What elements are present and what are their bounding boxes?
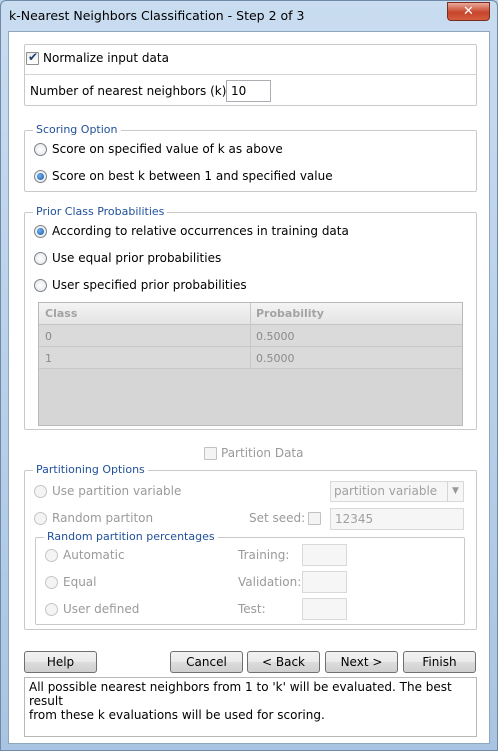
k-label: Number of nearest neighbors (k): bbox=[30, 84, 231, 98]
test-input[interactable] bbox=[302, 598, 347, 620]
column-separator bbox=[250, 347, 251, 369]
partitioning-options-group: Partitioning Options Use partition varia… bbox=[24, 463, 477, 630]
table-cell-probability: 0.5000 bbox=[256, 330, 295, 343]
back-button[interactable]: < Back bbox=[247, 651, 320, 673]
use-partition-variable-label: Use partition variable bbox=[52, 484, 182, 498]
prior-user-specified-label: User specified prior probabilities bbox=[52, 278, 247, 292]
table-header: Class Probability bbox=[39, 303, 462, 325]
score-best-k-label: Score on best k between 1 and specified … bbox=[52, 169, 333, 183]
next-button[interactable]: Next > bbox=[325, 651, 398, 673]
prior-user-specified-radio[interactable] bbox=[34, 279, 47, 292]
training-label: Training: bbox=[238, 548, 290, 562]
scoring-option-legend: Scoring Option bbox=[33, 123, 121, 136]
partition-data-label: Partition Data bbox=[221, 446, 304, 460]
close-button[interactable]: ✕ bbox=[447, 2, 490, 21]
mode-user-defined-label: User defined bbox=[63, 602, 140, 616]
prior-class-probabilities-group: Prior Class Probabilities According to r… bbox=[24, 205, 477, 430]
scoring-option-group: Scoring Option Score on specified value … bbox=[24, 123, 477, 192]
mode-user-defined-radio[interactable] bbox=[45, 603, 58, 616]
score-specified-k-label: Score on specified value of k as above bbox=[52, 142, 283, 156]
table-cell-class: 1 bbox=[45, 352, 52, 365]
random-partition-label: Random partiton bbox=[52, 511, 154, 525]
table-cell-probability: 0.5000 bbox=[256, 352, 295, 365]
table-cell-class: 0 bbox=[45, 330, 52, 343]
prior-equal-radio[interactable] bbox=[34, 252, 47, 265]
dialog-content: Normalize input data Number of nearest n… bbox=[8, 31, 490, 744]
set-seed-checkbox[interactable] bbox=[308, 512, 321, 525]
chevron-down-icon: ▼ bbox=[447, 482, 463, 501]
mode-automatic-label: Automatic bbox=[63, 548, 125, 562]
test-label: Test: bbox=[238, 602, 266, 616]
prior-class-probabilities-legend: Prior Class Probabilities bbox=[33, 205, 168, 218]
divider bbox=[25, 74, 476, 75]
validation-label: Validation: bbox=[238, 575, 302, 589]
score-best-k-radio[interactable] bbox=[34, 170, 47, 183]
column-separator bbox=[250, 303, 251, 325]
help-button[interactable]: Help bbox=[24, 651, 97, 673]
column-separator bbox=[250, 325, 251, 347]
prior-probabilities-table: Class Probability 0 0.5000 1 0.5000 bbox=[38, 302, 463, 426]
mode-equal-label: Equal bbox=[63, 575, 97, 589]
column-header-class: Class bbox=[45, 307, 78, 320]
partition-data-checkbox[interactable] bbox=[204, 447, 217, 460]
mode-equal-radio[interactable] bbox=[45, 576, 58, 589]
normalize-label: Normalize input data bbox=[43, 51, 169, 65]
normalize-checkbox[interactable] bbox=[26, 50, 39, 65]
description-text: All possible nearest neighbors from 1 to… bbox=[24, 677, 477, 737]
random-partition-percentages-group: Random partition percentages Automatic E… bbox=[35, 530, 465, 625]
random-partition-percentages-legend: Random partition percentages bbox=[44, 530, 218, 543]
validation-input[interactable] bbox=[302, 571, 347, 593]
seed-input[interactable] bbox=[330, 508, 464, 530]
use-partition-variable-radio[interactable] bbox=[34, 485, 47, 498]
prior-relative-occurrences-label: According to relative occurrences in tra… bbox=[52, 224, 349, 238]
column-header-probability: Probability bbox=[256, 307, 324, 320]
mode-automatic-radio[interactable] bbox=[45, 549, 58, 562]
partition-variable-select-value: partition variable bbox=[334, 484, 438, 498]
finish-button[interactable]: Finish bbox=[403, 651, 476, 673]
window-title: k-Nearest Neighbors Classification - Ste… bbox=[9, 8, 305, 23]
partitioning-options-legend: Partitioning Options bbox=[33, 463, 148, 476]
prior-equal-label: Use equal prior probabilities bbox=[52, 251, 222, 265]
cancel-button[interactable]: Cancel bbox=[170, 651, 243, 673]
table-row: 0 0.5000 bbox=[39, 325, 462, 347]
training-input[interactable] bbox=[302, 544, 347, 566]
random-partition-radio[interactable] bbox=[34, 512, 47, 525]
k-input[interactable] bbox=[226, 80, 271, 102]
title-bar: k-Nearest Neighbors Classification - Ste… bbox=[1, 1, 497, 31]
table-row: 1 0.5000 bbox=[39, 347, 462, 369]
dialog-window: k-Nearest Neighbors Classification - Ste… bbox=[0, 0, 498, 751]
options-group: Normalize input data Number of nearest n… bbox=[24, 44, 477, 106]
partition-variable-select[interactable]: partition variable ▼ bbox=[330, 481, 464, 502]
prior-relative-occurrences-radio[interactable] bbox=[34, 225, 47, 238]
score-specified-k-radio[interactable] bbox=[34, 143, 47, 156]
set-seed-label: Set seed: bbox=[249, 511, 306, 525]
